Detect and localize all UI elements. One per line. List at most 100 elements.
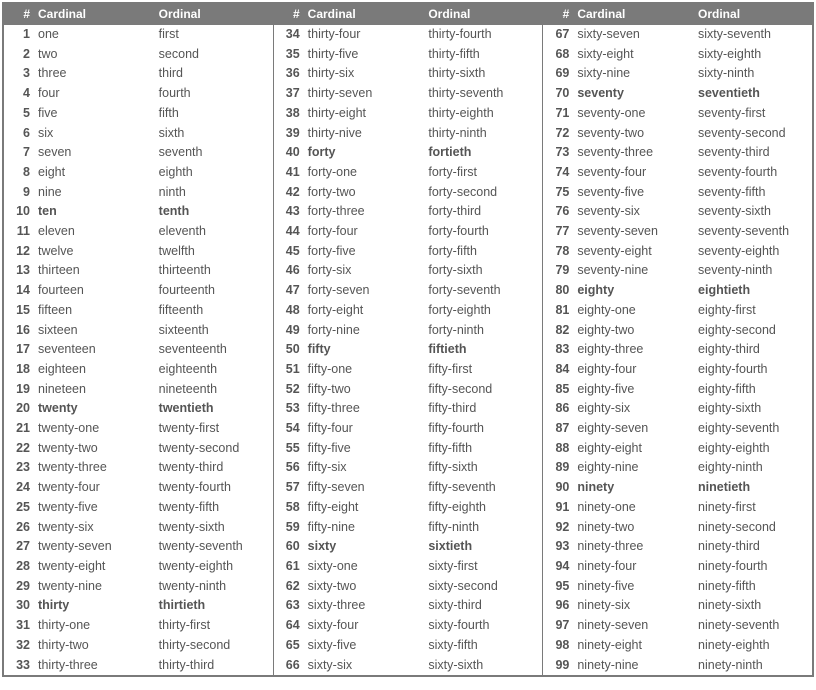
cell-ordinal: twentieth xyxy=(155,399,273,419)
table-row: 70seventyseventieth xyxy=(543,84,812,104)
cell-number: 50 xyxy=(274,340,304,360)
cell-cardinal: thirty-four xyxy=(304,25,425,45)
table-row: 53fifty-threefifty-third xyxy=(274,399,543,419)
cell-ordinal: fifteenth xyxy=(155,301,273,321)
column-header: #CardinalOrdinal xyxy=(543,4,812,25)
cell-number: 77 xyxy=(543,222,573,242)
table-row: 44forty-fourforty-fourth xyxy=(274,222,543,242)
cell-ordinal: ninetieth xyxy=(694,478,812,498)
table-row: 83eighty-threeeighty-third xyxy=(543,340,812,360)
cell-cardinal: ninety-three xyxy=(573,537,694,557)
cell-number: 11 xyxy=(4,222,34,242)
cell-ordinal: twenty-seventh xyxy=(155,537,273,557)
cell-ordinal: sixth xyxy=(155,124,273,144)
cell-ordinal: forty-first xyxy=(424,163,542,183)
cell-cardinal: seven xyxy=(34,143,155,163)
header-ordinal: Ordinal xyxy=(424,7,542,21)
cell-cardinal: seventy xyxy=(573,84,694,104)
table-row: 7sevenseventh xyxy=(4,143,273,163)
cell-ordinal: ninety-seventh xyxy=(694,616,812,636)
cell-cardinal: thirty-seven xyxy=(304,84,425,104)
cell-cardinal: ten xyxy=(34,202,155,222)
cell-ordinal: ninety-second xyxy=(694,518,812,538)
cell-number: 18 xyxy=(4,360,34,380)
cell-cardinal: forty-four xyxy=(304,222,425,242)
cell-ordinal: thirteenth xyxy=(155,261,273,281)
cell-number: 71 xyxy=(543,104,573,124)
cell-number: 41 xyxy=(274,163,304,183)
table-row: 77seventy-sevenseventy-seventh xyxy=(543,222,812,242)
table-row: 75seventy-fiveseventy-fifth xyxy=(543,183,812,203)
cell-number: 29 xyxy=(4,577,34,597)
cell-number: 86 xyxy=(543,399,573,419)
cell-ordinal: seventy-third xyxy=(694,143,812,163)
cell-cardinal: fifty-six xyxy=(304,458,425,478)
table-row: 66sixty-sixsixty-sixth xyxy=(274,656,543,676)
cell-ordinal: sixty-seventh xyxy=(694,25,812,45)
table-row: 28twenty-eighttwenty-eighth xyxy=(4,557,273,577)
cell-ordinal: ninety-first xyxy=(694,498,812,518)
cell-cardinal: forty-six xyxy=(304,261,425,281)
header-cardinal: Cardinal xyxy=(34,7,155,21)
table-row: 31thirty-onethirty-first xyxy=(4,616,273,636)
cell-ordinal: seventieth xyxy=(694,84,812,104)
cell-cardinal: sixty-three xyxy=(304,596,425,616)
cell-number: 74 xyxy=(543,163,573,183)
column-header: #CardinalOrdinal xyxy=(4,4,273,25)
table-row: 90ninetyninetieth xyxy=(543,478,812,498)
cell-cardinal: fifty-four xyxy=(304,419,425,439)
cell-cardinal: four xyxy=(34,84,155,104)
cell-ordinal: eighty-first xyxy=(694,301,812,321)
table-row: 38thirty-eightthirty-eighth xyxy=(274,104,543,124)
table-row: 94ninety-fourninety-fourth xyxy=(543,557,812,577)
cell-cardinal: fifty-three xyxy=(304,399,425,419)
table-row: 69sixty-ninesixty-ninth xyxy=(543,64,812,84)
cell-cardinal: thirty xyxy=(34,596,155,616)
table-row: 85eighty-fiveeighty-fifth xyxy=(543,380,812,400)
cell-number: 65 xyxy=(274,636,304,656)
cell-cardinal: six xyxy=(34,124,155,144)
table-row: 17seventeenseventeenth xyxy=(4,340,273,360)
table-row: 22twenty-twotwenty-second xyxy=(4,439,273,459)
cell-number: 90 xyxy=(543,478,573,498)
cell-ordinal: twelfth xyxy=(155,242,273,262)
cell-cardinal: eighty-five xyxy=(573,380,694,400)
cell-number: 31 xyxy=(4,616,34,636)
cell-number: 25 xyxy=(4,498,34,518)
cell-ordinal: fourteenth xyxy=(155,281,273,301)
table-row: 18eighteeneighteenth xyxy=(4,360,273,380)
cell-ordinal: thirty-fifth xyxy=(424,45,542,65)
cell-ordinal: fifty-second xyxy=(424,380,542,400)
cell-cardinal: nineteen xyxy=(34,380,155,400)
cell-ordinal: twenty-third xyxy=(155,458,273,478)
table-row: 39thirty-nivethirty-ninth xyxy=(274,124,543,144)
cell-ordinal: twenty-eighth xyxy=(155,557,273,577)
table-row: 26twenty-sixtwenty-sixth xyxy=(4,518,273,538)
cell-number: 52 xyxy=(274,380,304,400)
cell-cardinal: ninety-one xyxy=(573,498,694,518)
cell-number: 48 xyxy=(274,301,304,321)
table-row: 52fifty-twofifty-second xyxy=(274,380,543,400)
table-row: 13thirteenthirteenth xyxy=(4,261,273,281)
cell-ordinal: seventy-first xyxy=(694,104,812,124)
cell-ordinal: sixty-third xyxy=(424,596,542,616)
cell-cardinal: seventeen xyxy=(34,340,155,360)
cell-cardinal: five xyxy=(34,104,155,124)
table-row: 99ninety-nineninety-ninth xyxy=(543,656,812,676)
header-number: # xyxy=(543,7,573,21)
table-row: 27twenty-seventwenty-seventh xyxy=(4,537,273,557)
cell-cardinal: fifty xyxy=(304,340,425,360)
cell-cardinal: twenty-eight xyxy=(34,557,155,577)
header-ordinal: Ordinal xyxy=(155,7,273,21)
cell-number: 67 xyxy=(543,25,573,45)
cell-number: 68 xyxy=(543,45,573,65)
cell-number: 64 xyxy=(274,616,304,636)
cell-number: 76 xyxy=(543,202,573,222)
cell-ordinal: twenty-fifth xyxy=(155,498,273,518)
cell-ordinal: thirty-seventh xyxy=(424,84,542,104)
table-row: 10tententh xyxy=(4,202,273,222)
cell-ordinal: forty-third xyxy=(424,202,542,222)
cell-number: 47 xyxy=(274,281,304,301)
table-row: 93ninety-threeninety-third xyxy=(543,537,812,557)
cell-number: 22 xyxy=(4,439,34,459)
